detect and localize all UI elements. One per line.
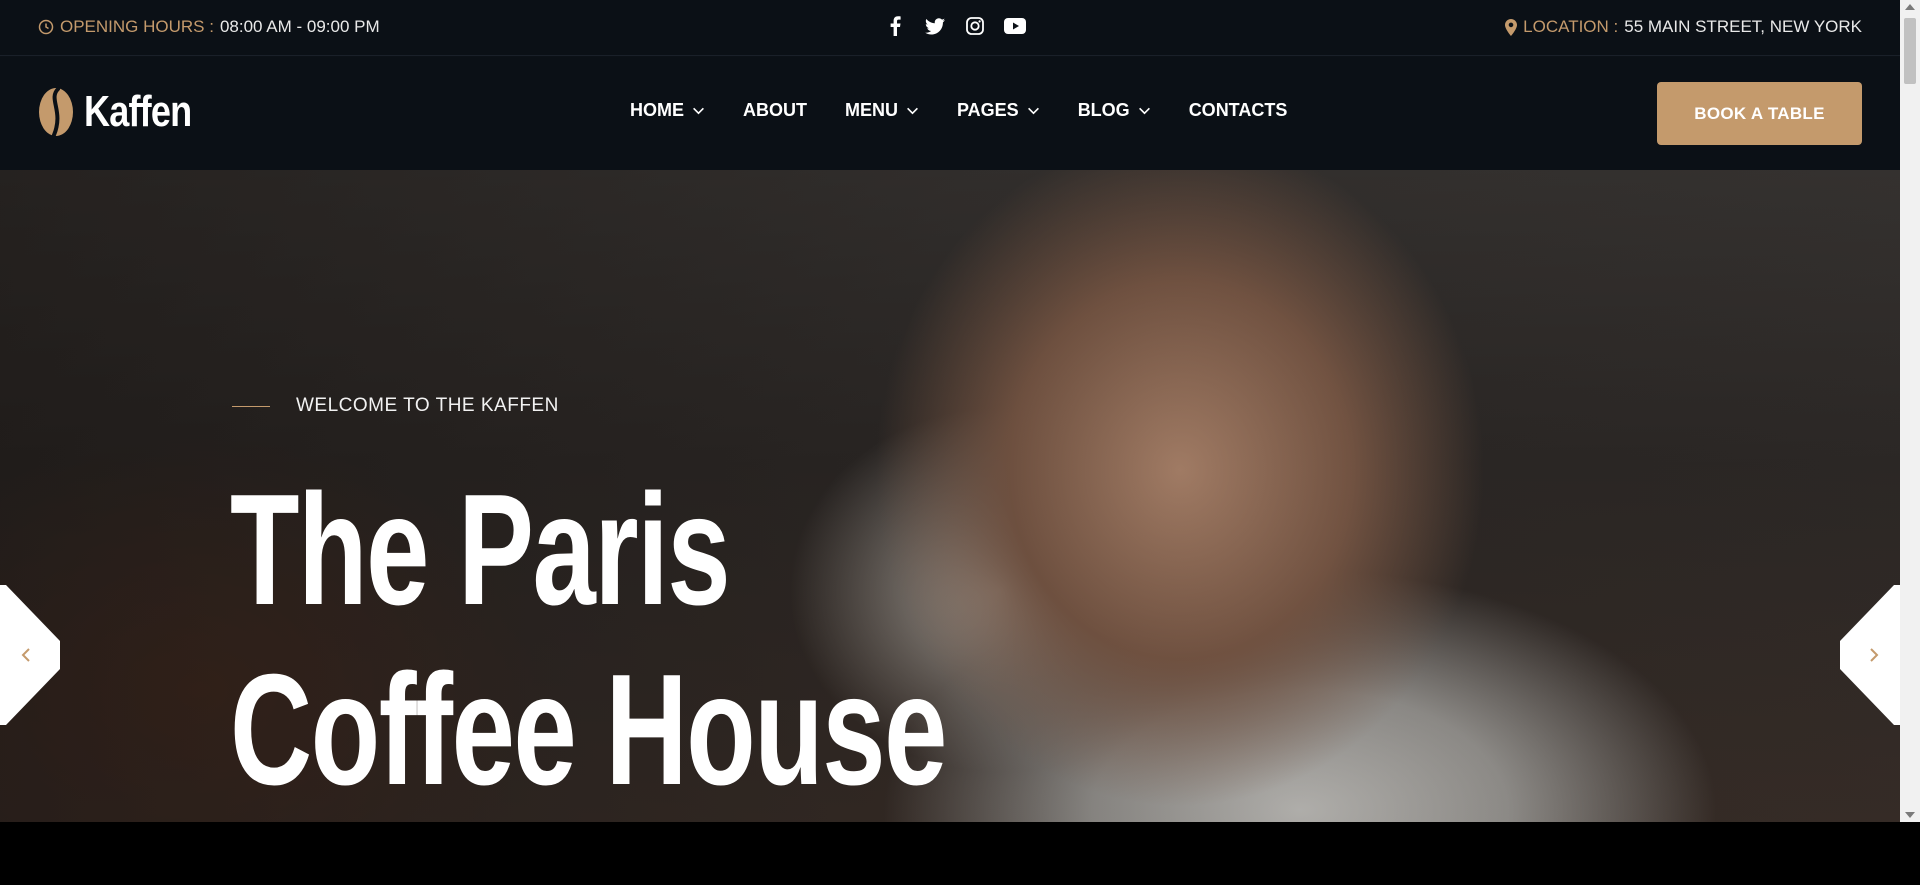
nav-item-label: BLOG xyxy=(1077,100,1130,120)
hero-title-line-1: The Paris xyxy=(230,462,731,638)
page-scrollbar[interactable] xyxy=(1900,0,1920,822)
top-bar: OPENING HOURS : 08:00 AM - 09:00 PM LOCA… xyxy=(0,0,1900,56)
hero-slider: WELCOME TO THE KAFFEN The Paris Coffee H… xyxy=(0,170,1900,822)
nav-item-menu[interactable]: MENU xyxy=(845,100,919,121)
location-value: 55 MAIN STREET, NEW YORK xyxy=(1624,17,1862,36)
page: OPENING HOURS : 08:00 AM - 09:00 PM LOCA… xyxy=(0,0,1900,822)
scroll-up-arrow-icon[interactable] xyxy=(1905,4,1915,10)
coffee-bean-icon xyxy=(39,87,73,137)
nav-item-home[interactable]: HOME xyxy=(630,100,705,121)
hero-eyebrow-text: WELCOME TO THE KAFFEN xyxy=(296,395,559,416)
chevron-down-icon xyxy=(907,107,918,115)
opening-hours-label: OPENING HOURS : xyxy=(60,17,214,36)
chevron-left-icon xyxy=(21,648,30,662)
hero-title: The Paris Coffee House xyxy=(230,460,947,820)
main-navigation: Kaffen HOME ABOUT MENU PAGES BLOG CONTAC… xyxy=(0,57,1900,170)
chevron-down-icon xyxy=(1138,107,1150,115)
social-links xyxy=(884,15,1026,37)
logo[interactable]: Kaffen xyxy=(38,87,215,137)
twitter-icon[interactable] xyxy=(924,15,946,37)
youtube-icon[interactable] xyxy=(1004,15,1026,37)
nav-item-label: HOME xyxy=(630,100,684,120)
nav-item-about[interactable]: ABOUT xyxy=(743,100,807,121)
nav-item-contacts[interactable]: CONTACTS xyxy=(1189,100,1288,121)
location: LOCATION : 55 MAIN STREET, NEW YORK xyxy=(1505,17,1862,37)
location-label: LOCATION : xyxy=(1523,17,1619,36)
chevron-right-icon xyxy=(1870,648,1879,662)
hero-title-line-2: Coffee House xyxy=(230,642,947,818)
hero-eyebrow: WELCOME TO THE KAFFEN xyxy=(232,395,559,417)
nav-item-pages[interactable]: PAGES xyxy=(957,100,1040,121)
clock-icon xyxy=(38,19,54,35)
eyebrow-divider xyxy=(232,405,270,407)
nav-item-label: MENU xyxy=(845,100,898,120)
opening-hours-value: 08:00 AM - 09:00 PM xyxy=(219,17,380,36)
facebook-icon[interactable] xyxy=(884,15,906,37)
instagram-icon[interactable] xyxy=(964,15,986,37)
map-pin-icon xyxy=(1505,18,1518,36)
scrollbar-thumb[interactable] xyxy=(1904,18,1916,84)
opening-hours: OPENING HOURS : 08:00 AM - 09:00 PM xyxy=(38,17,380,37)
scroll-down-arrow-icon[interactable] xyxy=(1905,812,1915,818)
book-a-table-button[interactable]: BOOK A TABLE xyxy=(1657,82,1862,145)
nav-item-label: ABOUT xyxy=(743,100,807,120)
chevron-down-icon xyxy=(1027,107,1039,115)
brand-name: Kaffen xyxy=(84,87,192,136)
nav-menu: HOME ABOUT MENU PAGES BLOG CONTACTS xyxy=(630,100,1287,121)
nav-item-label: PAGES xyxy=(957,100,1019,120)
nav-item-label: CONTACTS xyxy=(1188,100,1288,120)
nav-item-blog[interactable]: BLOG xyxy=(1078,100,1151,121)
chevron-down-icon xyxy=(693,107,704,115)
